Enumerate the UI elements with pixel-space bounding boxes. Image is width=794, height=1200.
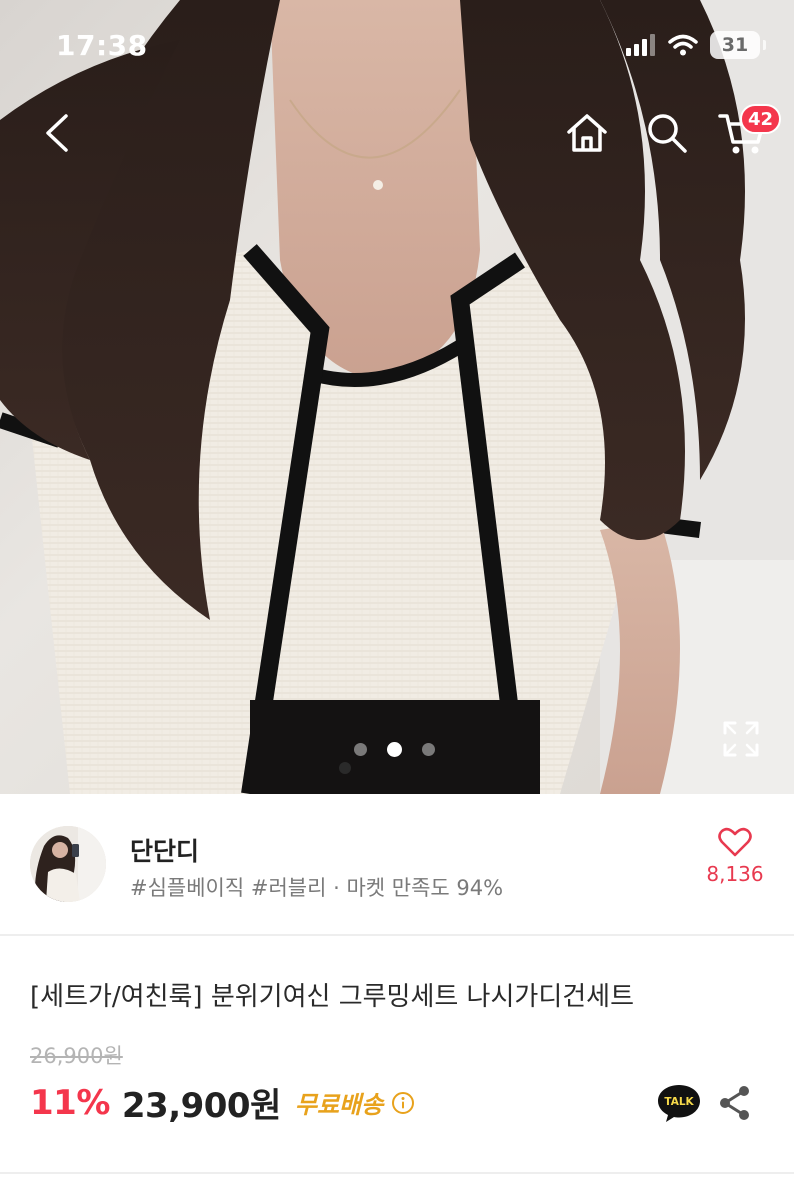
status-time: 17:38 [56,28,148,62]
home-icon[interactable] [564,110,610,156]
back-icon[interactable] [36,108,86,158]
avatar-image [30,826,106,902]
kakao-talk-button[interactable]: TALK [656,1082,702,1124]
status-icons: 31 [626,31,766,59]
status-bar: 17:38 31 [0,0,794,90]
gallery-dot[interactable] [354,743,367,756]
product-title: [세트가/여친룩] 분위기여신 그루밍세트 나시가디건세트 [30,982,635,1012]
expand-icon[interactable] [722,720,760,758]
wifi-icon [668,34,698,56]
seller-name[interactable]: 단단디 [130,832,199,868]
seller-tags: #심플베이직 #러블리 · 마켓 만족도 94% [130,876,504,900]
free-shipping-label: 무료배송 [294,1091,384,1119]
avatar[interactable] [30,826,106,902]
like-button[interactable]: 8,136 [700,826,770,886]
share-icon[interactable] [718,1084,752,1122]
sale-price: 23,900원 [121,1086,281,1126]
heart-icon[interactable] [718,826,752,858]
price-row: 11% 23,900원 무료배송 [30,1078,415,1127]
original-price: 26,900원 [30,1044,123,1068]
product-image-gallery[interactable]: 17:38 31 42 [0,0,794,794]
info-icon[interactable] [391,1091,415,1115]
discount-rate: 11% [30,1082,110,1123]
talk-label: TALK [664,1096,694,1108]
seller-section[interactable]: 단단디 #심플베이직 #러블리 · 마켓 만족도 94% 8,136 [0,794,794,936]
cart-count-badge: 42 [740,104,782,134]
signal-icon [626,34,655,56]
gallery-pagination [354,742,435,757]
divider [0,1172,794,1174]
search-icon[interactable] [644,110,690,156]
gallery-dot[interactable] [422,743,435,756]
like-count: 8,136 [706,862,764,886]
gallery-dot-active[interactable] [387,742,402,757]
battery-icon: 31 [710,31,766,59]
